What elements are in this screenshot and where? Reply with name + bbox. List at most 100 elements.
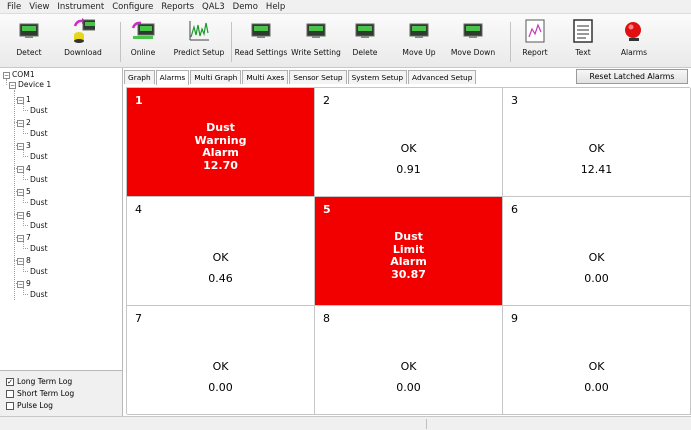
tree-device[interactable]: − Device 1 [9, 80, 51, 89]
reset-latched-alarms-button[interactable]: Reset Latched Alarms [576, 69, 688, 84]
collapse-icon[interactable]: − [9, 81, 16, 89]
cell-number: 7 [135, 312, 142, 325]
alarm-cell-active[interactable]: 5 Dust Limit Alarm 30.87 [315, 197, 503, 306]
tree-sensor-dust[interactable]: Dust [30, 221, 48, 230]
channel-label: 3 [26, 141, 31, 150]
tree-sensor-dust[interactable]: Dust [30, 129, 48, 138]
tab-sensor-setup[interactable]: Sensor Setup [289, 70, 347, 84]
long-term-log-checkbox[interactable]: ✓ Long Term Log [6, 377, 72, 386]
alarm-cell[interactable]: 9 OK 0.00 [503, 306, 691, 415]
cell-number: 1 [135, 94, 143, 107]
cell-status: OK [400, 142, 417, 155]
pulse-log-checkbox[interactable]: Pulse Log [6, 401, 53, 410]
alarm-cell[interactable]: 3 OK 12.41 [503, 88, 691, 197]
tree-sensor-dust[interactable]: Dust [30, 244, 48, 253]
status-divider [426, 419, 427, 429]
alarm-cell[interactable]: 7 OK 0.00 [127, 306, 315, 415]
report-icon [523, 18, 547, 44]
predict-setup-button[interactable]: Predict Setup [172, 18, 226, 64]
collapse-icon[interactable]: − [17, 142, 24, 150]
tree-sensor-dust[interactable]: Dust [30, 198, 48, 207]
collapse-icon[interactable]: − [17, 165, 24, 173]
device-tree: − COM1− Device 1−1 Dust −2 Dust −3 Dust −4 Dust −5… [0, 68, 123, 370]
log-options-panel: ✓ Long Term Log Short Term Log Pulse Log [0, 370, 123, 416]
tree-root[interactable]: − COM1 [3, 70, 35, 79]
read-settings-button[interactable]: Read Settings [234, 18, 288, 64]
collapse-icon[interactable]: − [17, 234, 24, 242]
tab-graph[interactable]: Graph [124, 70, 155, 84]
tree-channel-9[interactable]: −9 [17, 279, 31, 288]
tab-system-setup[interactable]: System Setup [347, 70, 408, 84]
tree-sensor-dust[interactable]: Dust [30, 152, 48, 161]
collapse-icon[interactable]: − [17, 211, 24, 219]
channel-label: 4 [26, 164, 31, 173]
tree-channel-2[interactable]: −2 [17, 118, 31, 127]
delete-button[interactable]: Delete [350, 18, 380, 64]
report-button[interactable]: Report [518, 18, 552, 64]
alarm-line: 30.87 [391, 267, 426, 281]
channel-label: 8 [26, 256, 31, 265]
menu-instrument[interactable]: Instrument [53, 2, 108, 12]
toolbar: Detect Download Online Predict Setup Rea… [0, 14, 691, 68]
text-button[interactable]: Text [568, 18, 598, 64]
alarm-cell[interactable]: 8 OK 0.00 [315, 306, 503, 415]
cell-status: OK [588, 360, 605, 373]
tree-channel-5[interactable]: −5 [17, 187, 31, 196]
tree-sensor-dust[interactable]: Dust [30, 106, 48, 115]
menu-file[interactable]: File [3, 2, 25, 12]
cell-value: 0.00 [208, 381, 233, 394]
tree-channel-4[interactable]: −4 [17, 164, 31, 173]
tree-channel-7[interactable]: −7 [17, 233, 31, 242]
alarm-cell[interactable]: 4 OK 0.46 [127, 197, 315, 306]
cell-value: 0.00 [396, 381, 421, 394]
tab-multi-graph[interactable]: Multi Graph [190, 70, 242, 84]
collapse-icon[interactable]: − [17, 96, 24, 104]
download-button[interactable]: Download [58, 18, 108, 64]
cell-status: OK [588, 142, 605, 155]
cell-status: OK [588, 251, 605, 264]
cell-status: OK [400, 360, 417, 373]
alarm-cell-active[interactable]: 1 Dust Warning Alarm 12.70 [127, 88, 315, 197]
channel-label: 1 [26, 95, 31, 104]
alarm-line: Dust [394, 230, 423, 243]
menu-help[interactable]: Help [262, 2, 289, 12]
monitor-icon [461, 18, 485, 44]
tree-channel-3[interactable]: −3 [17, 141, 31, 150]
tree-sensor-dust[interactable]: Dust [30, 290, 48, 299]
tree-sensor-dust[interactable]: Dust [30, 175, 48, 184]
tree-sensor-dust[interactable]: Dust [30, 267, 48, 276]
move-up-button[interactable]: Move Up [398, 18, 440, 64]
collapse-icon[interactable]: − [17, 280, 24, 288]
alarm-cell[interactable]: 6 OK 0.00 [503, 197, 691, 306]
tab-advanced-setup[interactable]: Advanced Setup [408, 70, 477, 84]
menu-qal3[interactable]: QAL3 [198, 2, 229, 12]
checkbox-label: Long Term Log [17, 377, 73, 386]
cell-number: 4 [135, 203, 142, 216]
collapse-icon[interactable]: − [17, 119, 24, 127]
alarm-cell[interactable]: 2 OK 0.91 [315, 88, 503, 197]
checkbox-box: ✓ [6, 377, 14, 386]
tree-root-label: COM1 [12, 70, 35, 79]
tree-channel-6[interactable]: −6 [17, 210, 31, 219]
short-term-log-checkbox[interactable]: Short Term Log [6, 389, 74, 398]
tab-alarms[interactable]: Alarms [155, 70, 190, 85]
menu-view[interactable]: View [25, 2, 53, 12]
menu-configure[interactable]: Configure [108, 2, 157, 12]
write-setting-button[interactable]: Write Setting [290, 18, 342, 64]
channel-label: 5 [26, 187, 31, 196]
collapse-icon[interactable]: − [17, 257, 24, 265]
collapse-icon[interactable]: − [17, 188, 24, 196]
cell-status: OK [212, 251, 229, 264]
tree-channel-1[interactable]: −1 [17, 95, 31, 104]
detect-button[interactable]: Detect [12, 18, 46, 64]
menu-reports[interactable]: Reports [157, 2, 198, 12]
collapse-icon[interactable]: − [3, 71, 10, 79]
cell-number: 8 [323, 312, 330, 325]
alarms-button[interactable]: Alarms [617, 18, 651, 64]
online-button[interactable]: Online [128, 18, 158, 64]
chart-icon [187, 18, 211, 44]
move-down-button[interactable]: Move Down [450, 18, 496, 64]
tree-channel-8[interactable]: −8 [17, 256, 31, 265]
tab-multi-axes[interactable]: Multi Axes [242, 70, 289, 84]
menu-demo[interactable]: Demo [229, 2, 262, 12]
